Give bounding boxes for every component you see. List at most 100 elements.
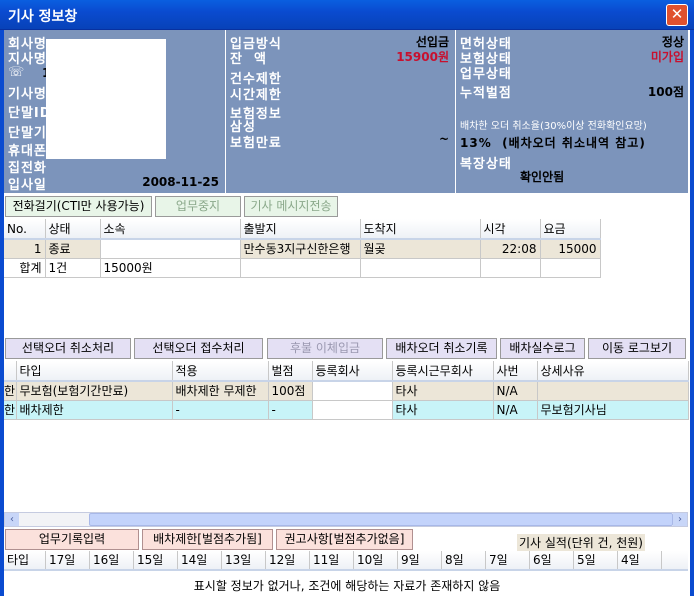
- dispatch-limit-button[interactable]: 배차제한[벌점추가됨]: [142, 529, 273, 550]
- cell-penalty: -: [268, 400, 313, 420]
- uniform-label: 복장상태: [460, 157, 512, 172]
- column-header[interactable]: 5일: [574, 551, 618, 569]
- column-header[interactable]: 출발지: [240, 219, 361, 240]
- column-header[interactable]: 사번: [493, 361, 538, 382]
- column-header[interactable]: 13일: [222, 551, 266, 569]
- work-log-button[interactable]: 업무기록입력: [5, 529, 139, 550]
- dispatch-error-log-button[interactable]: 배차실수로그: [500, 338, 585, 359]
- empty-cell: [540, 258, 601, 278]
- table-row[interactable]: 1 종료 만수동3지구신한은행 월곶 22:08 15000: [4, 239, 601, 259]
- column-header[interactable]: 9일: [398, 551, 442, 569]
- join-date-value: 2008-11-25: [142, 175, 219, 189]
- close-button[interactable]: ✕: [666, 4, 688, 26]
- cell-applied: -: [172, 400, 269, 420]
- cell-status: 종료: [45, 239, 101, 259]
- column-header[interactable]: 17일: [46, 551, 90, 569]
- column-header[interactable]: 적용: [172, 361, 269, 382]
- title-bar: 기사 정보창 ✕: [0, 0, 694, 30]
- column-header[interactable]: 상태: [45, 219, 101, 240]
- column-header[interactable]: 8일: [442, 551, 486, 569]
- column-header[interactable]: 4일: [618, 551, 662, 569]
- balance-value: 15900원: [396, 50, 449, 64]
- cell-employee-no: N/A: [493, 381, 538, 401]
- column-header[interactable]: 등록시근무회사: [392, 361, 494, 382]
- empty-cell: [480, 258, 541, 278]
- column-header[interactable]: 요금: [540, 219, 601, 240]
- scroll-right-icon[interactable]: ›: [673, 513, 687, 526]
- column-header[interactable]: [4, 361, 17, 382]
- column-header[interactable]: 상세사유: [537, 361, 689, 382]
- column-header[interactable]: 도착지: [360, 219, 481, 240]
- join-date-label: 입사일: [8, 178, 47, 193]
- advice-button[interactable]: 권고사항[벌점추가없음]: [276, 529, 413, 550]
- cell-affiliation: [100, 239, 241, 259]
- column-header[interactable]: 10일: [354, 551, 398, 569]
- orders-table: No. 상태 소속 출발지 도착지 시각 요금 1 종료 만수동3지구신한은행 …: [4, 219, 601, 278]
- column-header[interactable]: 14일: [178, 551, 222, 569]
- insurance-expiry-value: ~: [438, 132, 449, 146]
- total-row: 합계 1건 15000원: [4, 258, 601, 278]
- total-label: 합계: [4, 258, 46, 278]
- redacted-area: [46, 39, 166, 159]
- penalty-value: 100점: [647, 85, 684, 99]
- stop-work-button[interactable]: 업무중지: [155, 196, 241, 217]
- column-header[interactable]: 벌점: [268, 361, 313, 382]
- accept-selected-order-button[interactable]: 선택오더 접수처리: [134, 338, 263, 359]
- column-header[interactable]: 6일: [530, 551, 574, 569]
- balance-label: 잔 액: [230, 52, 267, 67]
- total-amount: 15000원: [100, 258, 241, 278]
- driver-name-label: 기사명: [8, 87, 47, 102]
- column-header[interactable]: 15일: [134, 551, 178, 569]
- empty-cell: [360, 258, 481, 278]
- info-column-status: 면허상태 정상 보험상태 미가입 업무상태 누적벌점 100점 배차한 오더 취…: [456, 30, 688, 193]
- column-header[interactable]: 16일: [90, 551, 134, 569]
- cell-time: 22:08: [480, 239, 541, 259]
- empty-cell: [240, 258, 361, 278]
- cell-company-at-registration: 타사: [392, 400, 494, 420]
- performance-label: 기사 실적(단위 건, 천원): [517, 534, 645, 551]
- cancel-selected-order-button[interactable]: 선택오더 취소처리: [5, 338, 131, 359]
- cancel-history-button[interactable]: 배차오더 취소기록: [386, 338, 497, 359]
- horizontal-scrollbar[interactable]: ‹ ›: [4, 512, 688, 527]
- uniform-value: 확인안됨: [520, 170, 565, 184]
- call-button[interactable]: 전화걸기(CTI만 사용가능): [5, 196, 152, 217]
- column-header[interactable]: 타입: [4, 551, 46, 569]
- insurance-expiry-label: 보험만료: [230, 136, 282, 151]
- column-header[interactable]: 등록회사: [312, 361, 393, 382]
- cell-registered-company: [312, 400, 393, 420]
- window-frame-right: [690, 30, 694, 596]
- info-column-basic: 회사명 지사명 ☏ 15 기사명 단말ID 단말기 휴대폰 집전화 입사일 20…: [4, 30, 226, 193]
- cell-detail: 무보험기사님: [537, 400, 689, 420]
- scrollbar-thumb[interactable]: [89, 513, 673, 526]
- phone-icon: ☏: [8, 65, 26, 80]
- send-message-button[interactable]: 기사 메시지전송: [244, 196, 338, 217]
- insurance-status-value: 미가입: [650, 50, 684, 64]
- penalties-table: 타입 적용 벌점 등록회사 등록시근무회사 사번 상세사유 한 무보험(보험기간…: [4, 361, 689, 420]
- column-header[interactable]: 소속: [100, 219, 241, 240]
- cell-penalty: 100점: [268, 381, 313, 401]
- column-header[interactable]: 12일: [266, 551, 310, 569]
- column-header[interactable]: 11일: [310, 551, 354, 569]
- cell-detail: [537, 381, 689, 401]
- info-column-payment: 입금방식 선입금 잔 액 15900원 건수제한 시간제한 보험정보 삼성 보험…: [226, 30, 456, 193]
- cell-kind: 한: [4, 400, 17, 420]
- cancel-rate-value: 13% (배차오더 취소내역 참고): [460, 136, 646, 150]
- cell-registered-company: [312, 381, 393, 401]
- move-log-button[interactable]: 이동 로그보기: [588, 338, 686, 359]
- orders-header-row: No. 상태 소속 출발지 도착지 시각 요금: [4, 219, 601, 240]
- deferred-deposit-button[interactable]: 후불 이체입금: [267, 338, 383, 359]
- cancel-rate-label: 배차한 오더 취소율(30%이상 전화확인요망): [460, 121, 647, 132]
- cell-type: 무보험(보험기간만료): [16, 381, 173, 401]
- penalties-header-row: 타입 적용 벌점 등록회사 등록시근무회사 사번 상세사유: [4, 361, 689, 382]
- cell-kind: 한: [4, 381, 17, 401]
- column-header[interactable]: 7일: [486, 551, 530, 569]
- cell-departure: 만수동3지구신한은행: [240, 239, 361, 259]
- performance-header: 타입 17일 16일 15일 14일 13일 12일 11일 10일 9일 8일 7일 6일 5일 4일: [4, 551, 688, 571]
- cell-fare: 15000: [540, 239, 601, 259]
- scroll-left-icon[interactable]: ‹: [5, 513, 19, 526]
- table-row[interactable]: 한 무보험(보험기간만료) 배차제한 무제한 100점 타사 N/A: [4, 381, 689, 401]
- column-header[interactable]: No.: [4, 219, 46, 240]
- column-header[interactable]: 시각: [480, 219, 541, 240]
- column-header[interactable]: 타입: [16, 361, 173, 382]
- table-row[interactable]: 한 배차제한 - - 타사 N/A 무보험기사님: [4, 400, 689, 420]
